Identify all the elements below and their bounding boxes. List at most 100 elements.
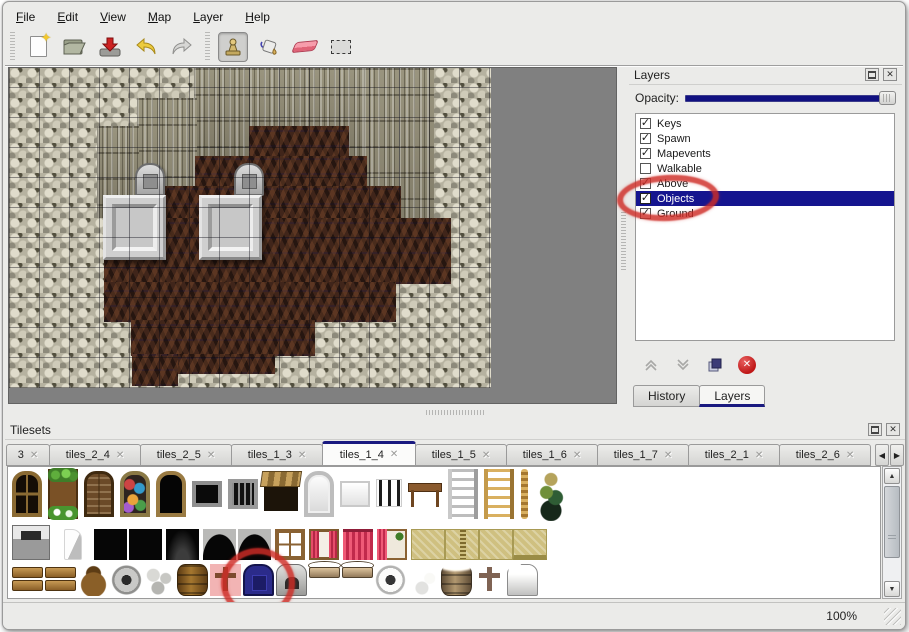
scroll-up-button[interactable]: ▲ bbox=[884, 468, 900, 484]
tile-flower-box-window[interactable] bbox=[48, 469, 78, 519]
layer-row-spawn[interactable]: ✓ Spawn bbox=[636, 131, 894, 146]
tile-stained-glass-window[interactable] bbox=[120, 471, 150, 517]
tile-wood-sign-large[interactable] bbox=[45, 564, 76, 596]
close-panel-button[interactable]: ✕ bbox=[886, 423, 900, 436]
tile-wooden-table[interactable] bbox=[408, 483, 442, 507]
tab-history[interactable]: History bbox=[633, 385, 700, 407]
tileset-scrollbar[interactable]: ▲ ▼ bbox=[882, 466, 902, 599]
tile-black-opening[interactable] bbox=[166, 529, 199, 560]
fill-tool-button[interactable] bbox=[254, 32, 284, 62]
toolbar-drag-handle-2[interactable] bbox=[204, 32, 211, 62]
tile-metal-ladder[interactable] bbox=[448, 469, 478, 519]
menu-file[interactable]: File bbox=[9, 8, 42, 26]
menu-map[interactable]: Map bbox=[141, 8, 178, 26]
vertical-splitter[interactable] bbox=[619, 67, 628, 404]
tile-dark-arched-window[interactable] bbox=[156, 471, 186, 517]
tab-close-icon[interactable]: ✕ bbox=[390, 449, 398, 460]
open-file-button[interactable] bbox=[59, 32, 89, 62]
tile-wood-basket[interactable] bbox=[78, 564, 109, 596]
menu-layer[interactable]: Layer bbox=[186, 8, 230, 26]
eraser-tool-button[interactable] bbox=[290, 32, 320, 62]
tileset-tab[interactable]: tiles_1_3 ✕ bbox=[231, 444, 323, 466]
tile-small-dark-window[interactable] bbox=[192, 481, 222, 507]
tileset-tab[interactable]: 3 ✕ bbox=[6, 444, 50, 466]
opacity-slider[interactable] bbox=[685, 91, 896, 105]
tile-rope-ladder[interactable] bbox=[484, 469, 514, 519]
tile-awning-window[interactable] bbox=[264, 475, 298, 511]
tile-roots-plant[interactable] bbox=[536, 469, 566, 521]
tile-snowy-sign-small[interactable] bbox=[309, 564, 340, 596]
tile-snowy-stone-pile[interactable] bbox=[408, 564, 439, 596]
tileset-tab-active[interactable]: tiles_1_4 ✕ bbox=[322, 441, 416, 466]
tab-close-icon[interactable]: ✕ bbox=[207, 450, 215, 461]
scroll-tabs-right-button[interactable]: ▶ bbox=[890, 444, 904, 466]
close-panel-button[interactable]: ✕ bbox=[883, 68, 897, 81]
checkbox-checked[interactable]: ✓ bbox=[640, 148, 651, 159]
tile-white-square-window[interactable] bbox=[340, 481, 370, 507]
tile-stone-wedge[interactable] bbox=[64, 529, 82, 560]
toolbar-drag-handle[interactable] bbox=[9, 32, 16, 62]
tile-tan-floor-edge[interactable] bbox=[513, 529, 547, 560]
menu-view[interactable]: View bbox=[93, 8, 133, 26]
tile-snowy-barrel[interactable] bbox=[441, 564, 472, 596]
tile-black-opening[interactable] bbox=[94, 529, 127, 560]
new-file-button[interactable]: ✦ bbox=[23, 32, 53, 62]
menu-help[interactable]: Help bbox=[238, 8, 277, 26]
horizontal-splitter[interactable] bbox=[8, 405, 617, 419]
tileset-tab[interactable]: tiles_1_7 ✕ bbox=[597, 444, 689, 466]
scroll-tabs-left-button[interactable]: ◀ bbox=[875, 444, 889, 466]
duplicate-layer-button[interactable] bbox=[703, 353, 727, 377]
redo-button[interactable] bbox=[167, 32, 197, 62]
tile-snowy-well[interactable] bbox=[375, 564, 406, 596]
tileset-tab[interactable]: tiles_2_5 ✕ bbox=[140, 444, 232, 466]
stamp-tool-button[interactable] bbox=[218, 32, 248, 62]
tab-close-icon[interactable]: ✕ bbox=[846, 450, 854, 461]
tile-tan-floor[interactable] bbox=[411, 529, 445, 560]
tile-hanging-rope[interactable] bbox=[521, 469, 528, 519]
checkbox-checked[interactable]: ✓ bbox=[640, 118, 651, 129]
tileset-tab[interactable]: tiles_2_4 ✕ bbox=[49, 444, 141, 466]
layer-row-keys[interactable]: ✓ Keys bbox=[636, 116, 894, 131]
checkbox-checked[interactable]: ✓ bbox=[640, 133, 651, 144]
scroll-down-button[interactable]: ▼ bbox=[884, 581, 900, 597]
tile-snowy-tombstone[interactable] bbox=[507, 564, 538, 596]
tab-layers[interactable]: Layers bbox=[699, 385, 765, 407]
undo-button[interactable] bbox=[131, 32, 161, 62]
tile-snowy-grave-cross[interactable] bbox=[474, 564, 505, 596]
select-tool-button[interactable] bbox=[326, 32, 356, 62]
tile-black-opening[interactable] bbox=[129, 529, 162, 560]
tile-tan-floor-ladder[interactable] bbox=[445, 529, 479, 560]
tab-close-icon[interactable]: ✕ bbox=[298, 450, 306, 461]
tab-close-icon[interactable]: ✕ bbox=[482, 450, 490, 461]
resize-grip[interactable] bbox=[884, 608, 901, 625]
tile-red-curtains[interactable] bbox=[343, 529, 373, 560]
tile-arched-wood-window[interactable] bbox=[12, 471, 42, 517]
tile-white-arched-window[interactable] bbox=[304, 471, 334, 517]
layer-row-mapevents[interactable]: ✓ Mapevents bbox=[636, 146, 894, 161]
tab-close-icon[interactable]: ✕ bbox=[664, 450, 672, 461]
float-panel-button[interactable] bbox=[865, 68, 879, 81]
menu-edit[interactable]: Edit bbox=[50, 8, 85, 26]
tile-barred-window[interactable] bbox=[228, 479, 258, 509]
tab-close-icon[interactable]: ✕ bbox=[755, 450, 763, 461]
tileset-tab[interactable]: tiles_1_5 ✕ bbox=[415, 444, 507, 466]
tile-snowy-sign-large[interactable] bbox=[342, 564, 373, 596]
layer-row-walkable[interactable]: Walkable bbox=[636, 161, 894, 176]
checkbox-unchecked[interactable] bbox=[640, 163, 651, 174]
tab-close-icon[interactable]: ✕ bbox=[30, 450, 38, 461]
save-file-button[interactable] bbox=[95, 32, 125, 62]
tile-black-arch[interactable] bbox=[203, 529, 236, 560]
move-layer-up-button[interactable] bbox=[639, 353, 663, 377]
opacity-slider-handle[interactable] bbox=[879, 91, 896, 105]
tile-curtain-plant-window[interactable] bbox=[377, 529, 407, 560]
scrollbar-thumb[interactable] bbox=[884, 486, 900, 558]
tile-wood-barrel[interactable] bbox=[177, 564, 208, 596]
tileset-tab[interactable]: tiles_2_6 ✕ bbox=[779, 444, 871, 466]
tile-stone-stove[interactable] bbox=[12, 525, 50, 560]
tileset-tab[interactable]: tiles_1_6 ✕ bbox=[506, 444, 598, 466]
tile-grill-bars[interactable] bbox=[376, 479, 402, 507]
tile-stone-pile[interactable] bbox=[144, 564, 175, 596]
delete-layer-button[interactable]: ✕ bbox=[735, 353, 759, 377]
tile-curtained-window[interactable] bbox=[309, 529, 339, 560]
tileset-tab[interactable]: tiles_2_1 ✕ bbox=[688, 444, 780, 466]
